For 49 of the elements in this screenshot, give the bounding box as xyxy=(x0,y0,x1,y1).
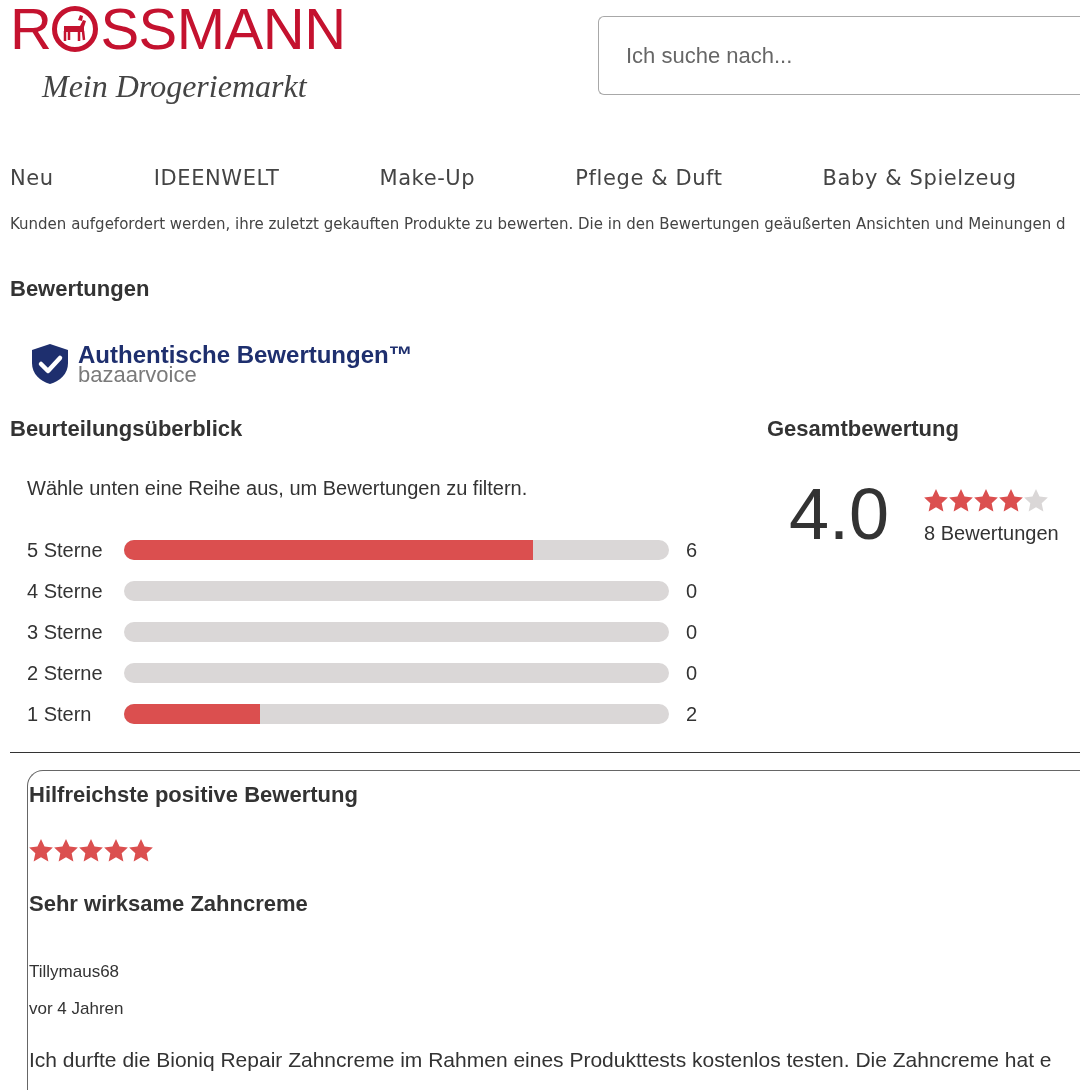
rating-count: 0 xyxy=(686,579,698,603)
rating-bar-track[interactable] xyxy=(124,540,669,560)
star-icon xyxy=(54,839,78,862)
review-headline: Sehr wirksame Zahncreme xyxy=(29,891,308,917)
nav-link[interactable]: Pflege & Duft xyxy=(575,163,723,193)
rating-bar-track[interactable] xyxy=(124,622,669,642)
notice-text: Kunden aufgefordert werden, ihre zuletzt gekauften Produkte zu bewerten. Die in den Bewertungen geäußerten Ansichten und Meinungen d xyxy=(10,215,1067,233)
star-level-label[interactable]: 1 Stern xyxy=(27,702,124,726)
nav-link[interactable]: Neu xyxy=(10,163,54,193)
nav-link[interactable]: Make-Up xyxy=(379,163,476,193)
overview-heading: Beurteilungsüberblick xyxy=(10,416,244,442)
nav-link[interactable]: IDEENWELT xyxy=(153,163,280,193)
star-icon xyxy=(1024,489,1049,512)
rating-count: 0 xyxy=(686,620,698,644)
review-author: Tillymaus68 xyxy=(29,962,120,982)
section-heading: Bewertungen xyxy=(10,276,151,302)
star-icon xyxy=(999,489,1024,512)
nav-link[interactable]: Baby & Spielzeug xyxy=(822,163,1017,193)
review-text: Ich durfte die Bioniq Repair Zahncreme im Rahmen eines Produkttests kostenlos testen. Die Zahncreme hat e xyxy=(29,1048,1052,1072)
average-rating: 4.0 xyxy=(789,478,890,550)
star-level-label[interactable]: 5 Sterne xyxy=(27,538,124,562)
star-icon xyxy=(949,489,974,512)
star-level-label[interactable]: 4 Sterne xyxy=(27,579,124,603)
rating-count: 2 xyxy=(686,702,698,726)
logo-wordmark: R xyxy=(10,0,52,58)
star-icon xyxy=(104,839,128,862)
search-field[interactable]: Ich suche nach... xyxy=(598,16,1080,95)
review-date: vor 4 Jahren xyxy=(29,999,124,1019)
review-count[interactable]: 8 Bewertungen xyxy=(924,521,1059,545)
overall-heading: Gesamtbewertung xyxy=(767,416,960,442)
rating-bar-track[interactable] xyxy=(124,663,669,683)
rating-bar-track[interactable] xyxy=(124,704,669,724)
logo-tagline: Mein Drogeriemarkt xyxy=(42,69,309,103)
shield-check-icon xyxy=(30,343,70,385)
logo-emblem-icon xyxy=(52,6,99,52)
star-level-label[interactable]: 3 Sterne xyxy=(27,620,124,644)
star-icon xyxy=(129,839,153,862)
review-card-heading: Hilfreichste positive Bewertung xyxy=(29,782,358,808)
star-icon xyxy=(79,839,103,862)
star-icon xyxy=(924,489,949,512)
star-icon xyxy=(974,489,999,512)
logo-wordmark: SSMANN xyxy=(100,0,346,58)
badge-brand: bazaarvoice xyxy=(78,365,197,384)
star-icon xyxy=(29,839,53,862)
rating-count: 6 xyxy=(686,538,698,562)
rating-count: 0 xyxy=(686,661,698,685)
rating-bar-track[interactable] xyxy=(124,581,669,601)
filter-hint: Wähle unten eine Reihe aus, um Bewertungen zu filtern. xyxy=(27,476,529,500)
star-level-label[interactable]: 2 Sterne xyxy=(27,661,124,685)
